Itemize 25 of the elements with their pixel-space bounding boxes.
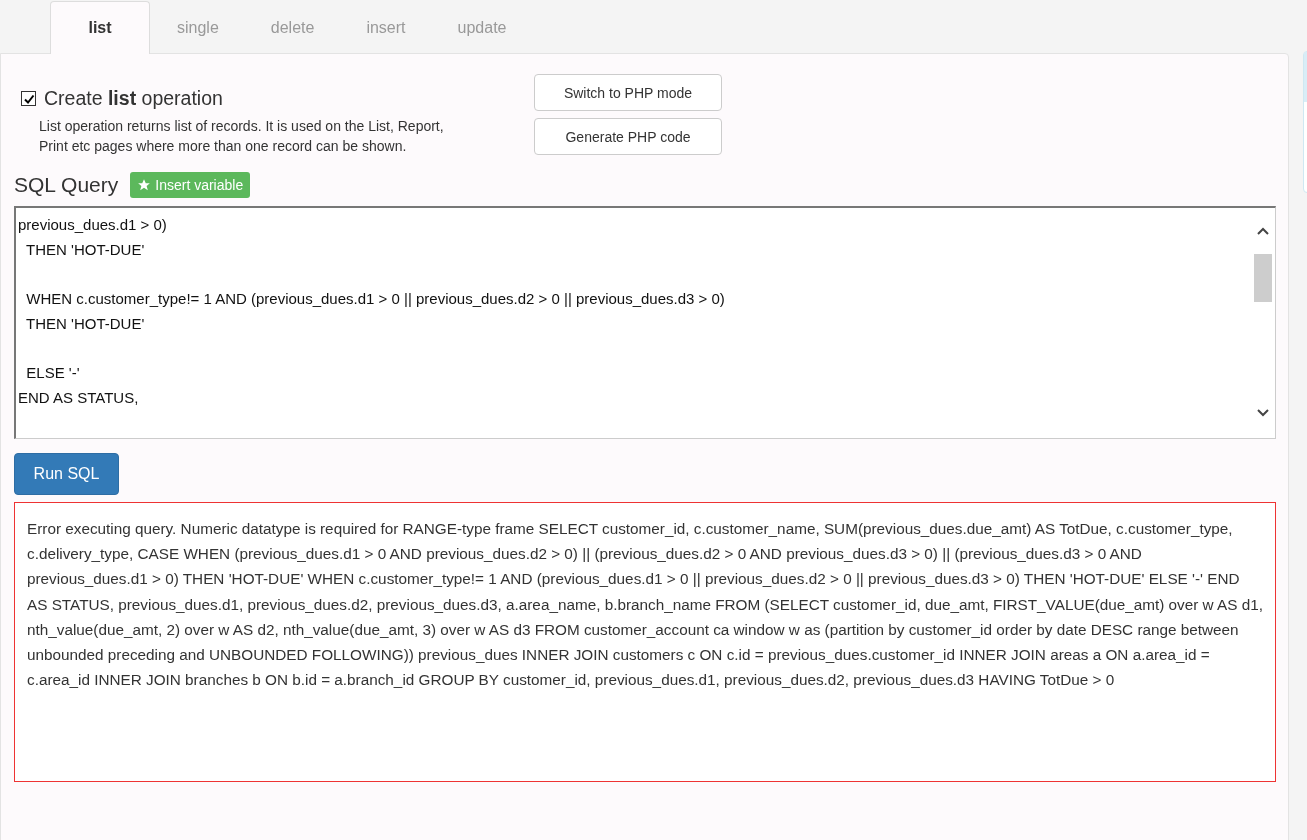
code-line: THEN 'HOT-DUE': [25, 239, 146, 260]
code-line: previous_dues.d1 > 0): [18, 215, 168, 235]
section-title: SQL Query: [14, 173, 119, 197]
tab[interactable]: list: [50, 1, 150, 54]
checkbox[interactable]: [21, 91, 36, 106]
chevron-down-icon[interactable]: [1256, 408, 1270, 418]
tab[interactable]: delete: [245, 1, 340, 53]
tab[interactable]: update: [432, 1, 532, 53]
php-button[interactable]: Generate PHP code: [534, 118, 722, 155]
sql-editor[interactable]: previous_dues.d1 > 0) THEN 'HOT-DUE' WHEN c.customer_type!= 1 AND (previous_dues.d1 > 0 || previous_dues.d2 > 0 || previous_dues.d3 > 0) THEN 'HOT-DUE' ELSE '-' END AS STATUS,: [14, 206, 1276, 439]
code-line: THEN 'HOT-DUE': [25, 313, 146, 334]
code-line: END AS STATUS,: [18, 387, 140, 408]
error-message: Error executing query. Numeric datatype is required for RANGE-type frame SELECT customer_id, c.customer_name, SUM(previous_dues.due_amt) AS TotDue, c.customer_type, c.delivery_type, CASE WHEN (previous_dues.d1 > 0 AND previous_dues.d2 > 0) || (previous_dues.d2 > 0 AND previous_dues.d3 > 0) || (previous_dues.d3 > 0 AND previous_dues.d1 > 0) THEN 'HOT-DUE' WHEN c.customer_type!= 1 AND (previous_dues.d1 > 0 || previous_dues.d2 > 0 || previous_dues.d3 > 0) THEN 'HOT-DUE' ELSE '-' END AS STATUS, previous_dues.d1, previous_dues.d2, previous_dues.d3, a.area_name, b.branch_name FROM (SELECT customer_id, due_amt, FIRST_VALUE(due_amt) over w AS d1, nth_value(due_amt, 2) over w AS d2, nth_value(due_amt, 3) over w AS d3 FROM customer_account ca window w as (partition by customer_id order by date DESC range between unbounded preceding and UNBOUNDED FOLLOWING)) previous_dues INNER JOIN customers c ON c.id = previous_dues.customer_id INNER JOIN areas a ON a.area_id = c.area_id INNER JOIN branches b ON b.id = a.branch_id GROUP BY customer_id, previous_dues.d1, previous_dues.d2, previous_dues.d3 HAVING TotDue > 0: [27, 519, 1263, 691]
scrollbar-thumb[interactable]: [1254, 254, 1272, 302]
run-sql-button[interactable]: Run SQL: [14, 453, 119, 495]
code-line: ELSE '-': [25, 363, 81, 384]
star-icon: [137, 178, 152, 192]
description-text: List operation returns list of records. It is used on the List, Report, Print etc pages where more than one record can be shown.: [39, 117, 445, 156]
insert-variable-button[interactable]: Insert variable: [130, 172, 251, 198]
tab[interactable]: insert: [341, 1, 431, 53]
checkbox-label: Create list operation: [44, 87, 223, 110]
php-button[interactable]: Switch to PHP mode: [534, 74, 722, 111]
tab[interactable]: single: [152, 1, 244, 53]
code-line: WHEN c.customer_type!= 1 AND (previous_dues.d1 > 0 || previous_dues.d2 > 0 || previous_dues.d3 > 0): [25, 289, 726, 310]
chevron-up-icon[interactable]: [1256, 226, 1270, 236]
